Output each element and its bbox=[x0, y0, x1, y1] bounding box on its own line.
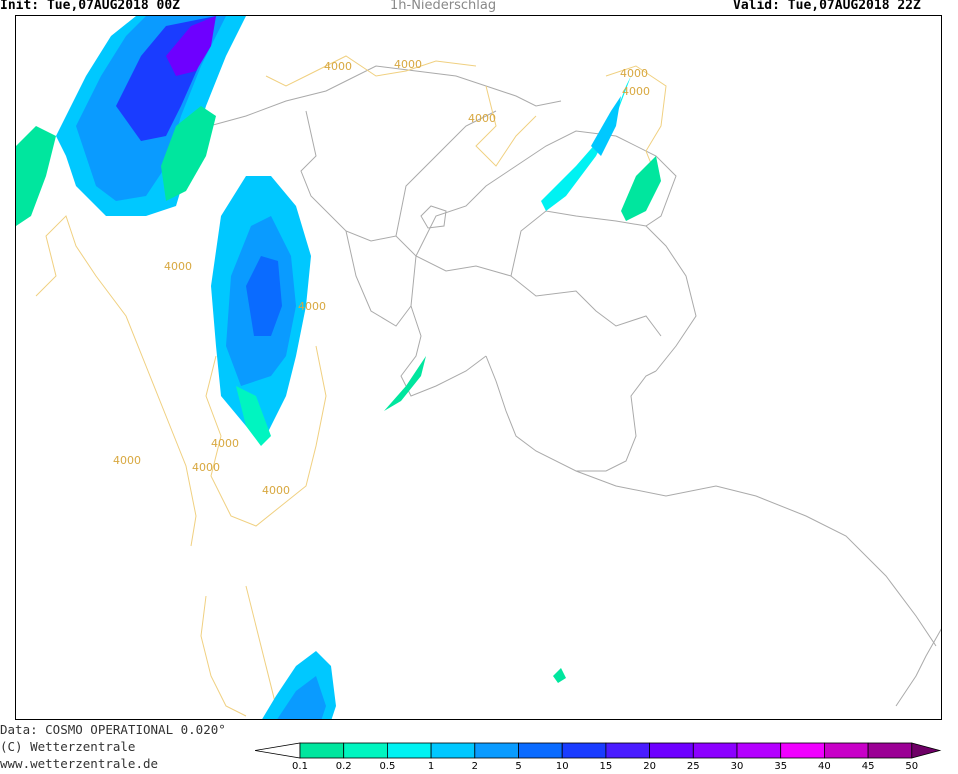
legend-swatch bbox=[299, 742, 345, 759]
precipitation-areas bbox=[16, 16, 661, 719]
legend-swatch bbox=[561, 742, 607, 759]
contour-label: 4000 bbox=[192, 461, 220, 474]
legend-bar: 0.1 0.2 0.5 1 2 5 10 15 20 25 30 35 40 45 50 bbox=[254, 742, 942, 772]
legend-tick-label: 2 bbox=[472, 761, 478, 770]
legend-tick-label: 20 bbox=[643, 761, 656, 770]
legend-arrow-low bbox=[254, 742, 301, 759]
data-source: Data: COSMO OPERATIONAL 0.020° bbox=[0, 722, 226, 737]
legend-swatch bbox=[824, 742, 869, 759]
init-time: Init: Tue,07AUG2018 00Z bbox=[0, 0, 181, 13]
copyright: (C) Wetterzentrale bbox=[0, 739, 136, 754]
valid-time: Valid: Tue,07AUG2018 22Z bbox=[733, 0, 921, 13]
legend-tick-label: 1 bbox=[428, 761, 434, 770]
legend-swatch bbox=[867, 742, 913, 759]
contour-label: 4000 bbox=[324, 60, 352, 73]
legend-tick-label: 50 bbox=[905, 761, 918, 770]
legend-tick-label: 15 bbox=[600, 761, 613, 770]
borders bbox=[190, 65, 941, 707]
legend-swatch bbox=[605, 742, 650, 759]
website: www.wetterzentrale.de bbox=[0, 756, 159, 771]
contour-label: 4000 bbox=[262, 484, 290, 497]
contour-label: 4000 bbox=[211, 437, 239, 450]
contour-label: 4000 bbox=[620, 67, 648, 80]
contour-label: 4000 bbox=[298, 300, 326, 313]
legend-swatch bbox=[386, 742, 432, 759]
legend-tick-label: 45 bbox=[862, 761, 875, 770]
legend-swatch bbox=[518, 742, 563, 759]
legend-tick-label: 5 bbox=[515, 761, 521, 770]
legend-arrow-high bbox=[911, 742, 942, 759]
precipitation-map: 4000 4000 4000 4000 4000 4000 4000 4000 … bbox=[15, 15, 942, 720]
legend-tick-label: 40 bbox=[818, 761, 831, 770]
legend-swatch bbox=[343, 742, 388, 759]
contour-label: 4000 bbox=[622, 85, 650, 98]
legend-tick-label: 0.5 bbox=[379, 761, 395, 770]
contour-label: 4000 bbox=[394, 58, 422, 71]
legend-swatch bbox=[430, 742, 476, 759]
contour-label: 4000 bbox=[113, 454, 141, 467]
contour-label: 4000 bbox=[164, 260, 192, 273]
legend-swatch bbox=[736, 742, 782, 759]
legend-swatch bbox=[692, 742, 738, 759]
color-legend: 0.1 0.2 0.5 1 2 5 10 15 20 25 30 35 40 45 50 bbox=[254, 741, 955, 772]
map-layer: 4000 4000 4000 4000 4000 4000 4000 4000 … bbox=[16, 16, 941, 719]
legend-swatch bbox=[474, 742, 519, 759]
contour-label: 4000 bbox=[468, 112, 496, 125]
legend-tick-label: 35 bbox=[774, 761, 787, 770]
legend-swatch bbox=[780, 742, 825, 759]
legend-tick-label: 25 bbox=[687, 761, 700, 770]
map-title: 1h-Niederschlag bbox=[390, 0, 497, 13]
legend-tick-label: 0.2 bbox=[336, 761, 352, 770]
legend-tick-label: 0.1 bbox=[292, 761, 308, 770]
legend-tick-label: 30 bbox=[731, 761, 744, 770]
legend-swatch bbox=[649, 742, 694, 759]
legend-tick-label: 10 bbox=[556, 761, 569, 770]
